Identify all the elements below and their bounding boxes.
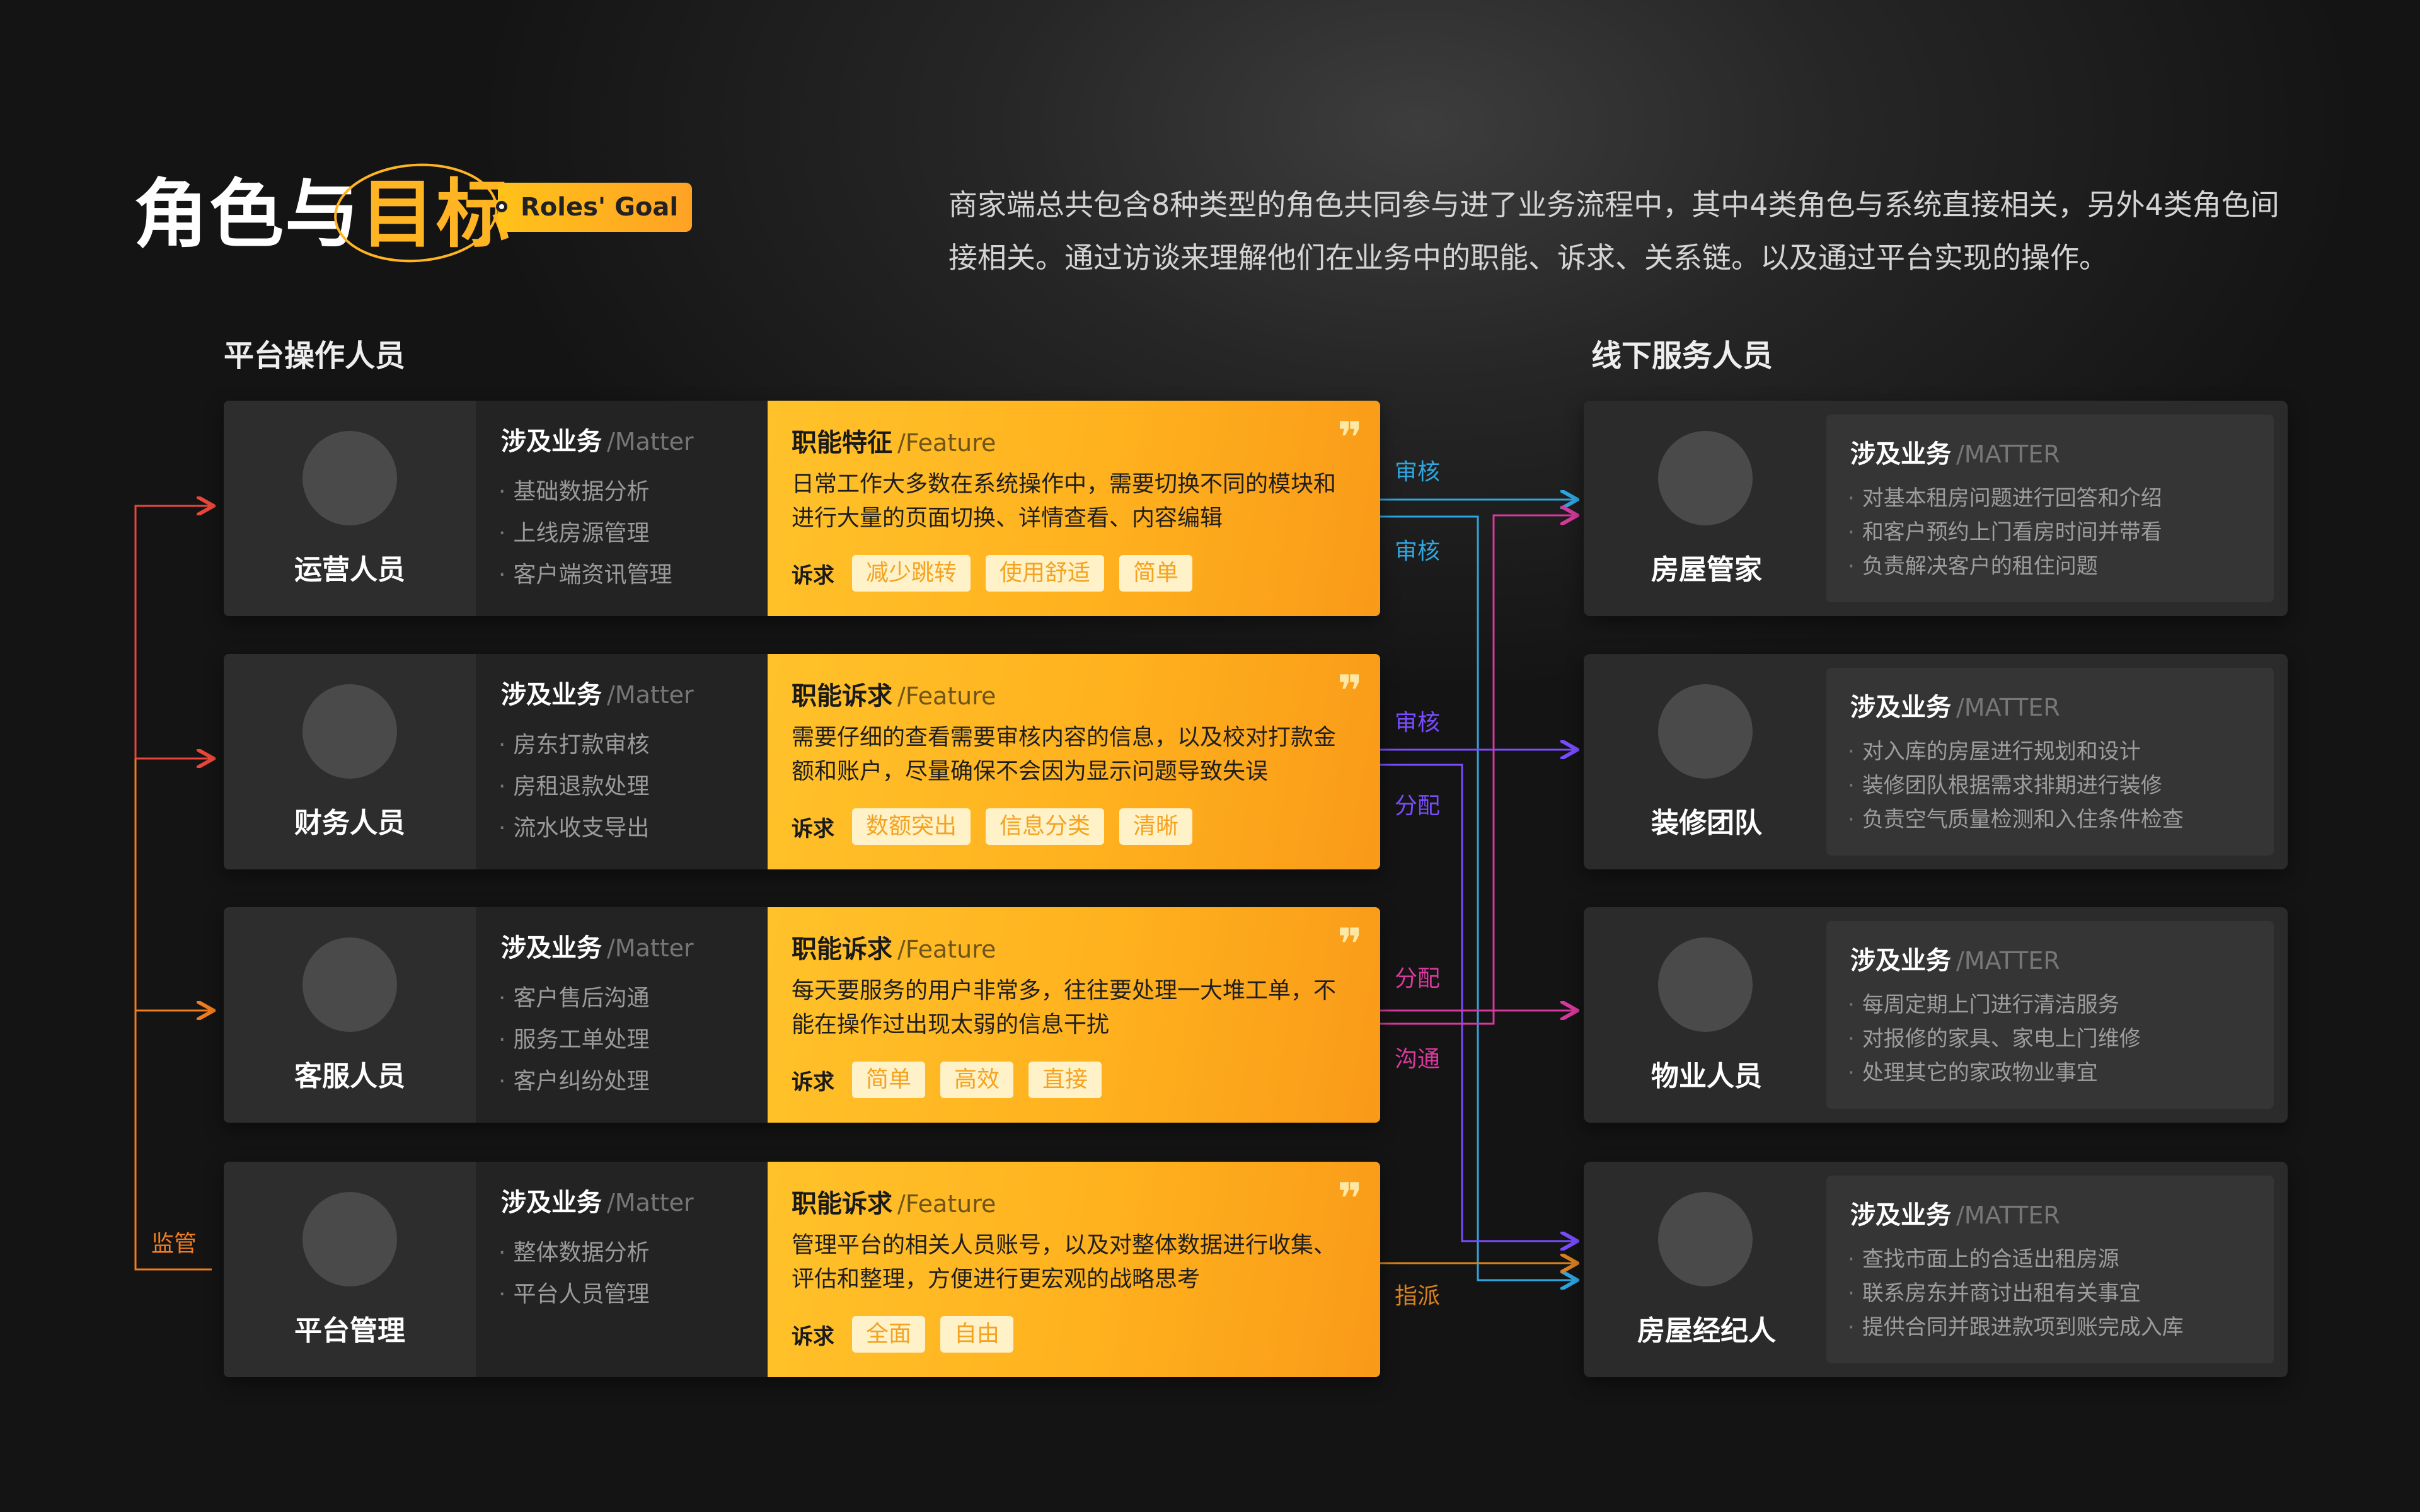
avatar [1658,1192,1753,1286]
role-card-customer-service: 客服人员 涉及业务/Matter 客户售后沟通服务工单处理客户纠纷处理 职能诉求… [224,907,1380,1123]
role-card-operations: 运营人员 涉及业务/Matter 基础数据分析上线房源管理客户端资讯管理 职能特… [224,401,1380,616]
feature-panel: 职能诉求/Feature ❞ 每天要服务的用户非常多，往往要处理一大堆工单，不能… [768,907,1380,1123]
list-item: 流水收支导出 [501,808,768,849]
role-name: 房屋经纪人 [1637,1315,1776,1347]
connector-label: 分配 [1395,966,1441,992]
list-item: 房租退款处理 [501,766,768,808]
request-chip: 自由 [940,1316,1014,1353]
list-item: 处理其它的家政物业事宜 [1850,1056,2274,1090]
list-item: 客户售后沟通 [501,978,768,1019]
role-card-property-staff: 物业人员 涉及业务/MATTER 每周定期上门进行清洁服务对报修的家具、家电上门… [1584,907,2288,1123]
matter-panel: 涉及业务/MATTER 查找市面上的合适出租房源联系房东并商讨出租有关事宜提供合… [1826,1176,2274,1363]
list-item: 每周定期上门进行清洁服务 [1850,988,2274,1022]
connector-label: 审核 [1395,459,1441,485]
request-chip: 信息分类 [986,808,1105,845]
list-item: 服务工单处理 [501,1019,768,1061]
connector-label: 审核 [1395,539,1441,564]
feature-panel: 职能诉求/Feature ❞ 需要仔细的查看需要审核内容的信息，以及校对打款金额… [768,654,1380,869]
feature-panel: 职能诉求/Feature ❞ 管理平台的相关人员账号，以及对整体数据进行收集、评… [768,1162,1380,1377]
feature-desc: 需要仔细的查看需要审核内容的信息，以及校对打款金额和账户，尽量确保不会因为显示问… [792,724,1337,784]
list-item: 客户端资讯管理 [501,554,768,596]
quote-icon: ❞ [1337,667,1363,716]
role-card-decoration-team: 装修团队 涉及业务/MATTER 对入库的房屋进行规划和设计装修团队根据需求排期… [1584,654,2288,869]
list-item: 上线房源管理 [501,513,768,554]
intro-text: 商家端总共包含8种类型的角色共同参与进了业务流程中，其中4类角色与系统直接相关，… [948,188,2279,275]
role-card-finance: 财务人员 涉及业务/Matter 房东打款审核房租退款处理流水收支导出 职能诉求… [224,654,1380,869]
list-item: 和客户预约上门看房时间并带看 [1850,515,2274,549]
matter-panel: 涉及业务/Matter 基础数据分析上线房源管理客户端资讯管理 [476,401,768,616]
role-name: 运营人员 [294,554,405,586]
request-chip: 简单 [852,1062,926,1098]
list-item: 整体数据分析 [501,1232,768,1274]
avatar [1658,684,1753,779]
connector-label: 审核 [1395,710,1441,736]
avatar [1658,937,1753,1032]
section-title-offline-staff: 线下服务人员 [1591,338,1773,374]
list-item: 联系房东并商讨出租有关事宜 [1850,1276,2274,1310]
list-item: 对报修的家具、家电上门维修 [1850,1022,2274,1056]
request-chip: 减少跳转 [852,555,971,592]
roles-goal-tag: Roles' Goal [498,183,693,232]
avatar [302,684,397,779]
request-chip: 全面 [852,1316,926,1353]
list-item: 客户纠纷处理 [501,1061,768,1102]
list-item: 对基本租房问题进行回答和介绍 [1850,481,2274,515]
quote-icon: ❞ [1337,1174,1363,1224]
section-title-platform-operators: 平台操作人员 [224,338,406,374]
request-chip: 数额突出 [852,808,971,845]
list-item: 查找市面上的合适出租房源 [1850,1242,2274,1276]
tag-dot-icon [496,201,507,212]
list-item: 基础数据分析 [501,471,768,513]
matter-panel: 涉及业务/MATTER 对入库的房屋进行规划和设计装修团队根据需求排期进行装修负… [1826,668,2274,856]
link-ops-agent [1380,515,1576,1280]
matter-panel: 涉及业务/Matter 房东打款审核房租退款处理流水收支导出 [476,654,768,869]
title-ring-decoration [334,163,498,263]
role-card-agent: 房屋经纪人 涉及业务/MATTER 查找市面上的合适出租房源联系房东并商讨出租有… [1584,1162,2288,1377]
feature-desc: 每天要服务的用户非常多，往往要处理一大堆工单，不能在操作过出现太弱的信息干扰 [792,978,1337,1038]
list-item: 平台人员管理 [501,1274,768,1315]
feature-desc: 日常工作大多数在系统操作中，需要切换不同的模块和进行大量的页面切换、详情查看、内… [792,471,1337,531]
list-item: 负责空气质量检测和入住条件检查 [1850,803,2274,837]
quote-icon: ❞ [1337,413,1363,463]
request-chip: 直接 [1028,1062,1102,1098]
avatar [302,431,397,525]
list-item: 对入库的房屋进行规划和设计 [1850,735,2274,769]
avatar [302,937,397,1032]
avatar [1658,431,1753,525]
connector-label: 指派 [1395,1283,1441,1309]
supervise-label: 监管 [151,1231,197,1257]
avatar [302,1192,397,1286]
role-name: 房屋管家 [1651,554,1762,586]
role-name: 财务人员 [294,807,405,839]
connector-label: 分配 [1395,793,1441,819]
matter-panel: 涉及业务/MATTER 每周定期上门进行清洁服务对报修的家具、家电上门维修处理其… [1826,921,2274,1109]
matter-panel: 涉及业务/Matter 客户售后沟通服务工单处理客户纠纷处理 [476,907,768,1123]
feature-panel: 职能特征/Feature ❞ 日常工作大多数在系统操作中，需要切换不同的模块和进… [768,401,1380,616]
quote-icon: ❞ [1337,920,1363,970]
supervise-bracket [134,506,212,1271]
role-name: 平台管理 [294,1315,405,1347]
matter-panel: 涉及业务/MATTER 对基本租房问题进行回答和介绍和客户预约上门看房时间并带看… [1826,415,2274,602]
list-item: 装修团队根据需求排期进行装修 [1850,769,2274,803]
role-name: 装修团队 [1651,807,1762,839]
feature-desc: 管理平台的相关人员账号，以及对整体数据进行收集、评估和整理，方便进行更宏观的战略… [792,1232,1337,1292]
matter-panel: 涉及业务/Matter 整体数据分析平台人员管理 [476,1162,768,1377]
request-chip: 简单 [1119,555,1193,592]
connector-label: 沟通 [1395,1046,1441,1072]
role-card-platform-admin: 平台管理 涉及业务/Matter 整体数据分析平台人员管理 职能诉求/Featu… [224,1162,1380,1377]
role-name: 客服人员 [294,1060,405,1092]
role-card-housekeeper: 房屋管家 涉及业务/MATTER 对基本租房问题进行回答和介绍和客户预约上门看房… [1584,401,2288,616]
list-item: 提供合同并跟进款项到账完成入库 [1850,1310,2274,1344]
request-chip: 清晰 [1119,808,1193,845]
request-chip: 高效 [940,1062,1014,1098]
role-name: 物业人员 [1651,1060,1762,1092]
list-item: 负责解决客户的租住问题 [1850,549,2274,583]
request-chip: 使用舒适 [986,555,1105,592]
list-item: 房东打款审核 [501,724,768,766]
